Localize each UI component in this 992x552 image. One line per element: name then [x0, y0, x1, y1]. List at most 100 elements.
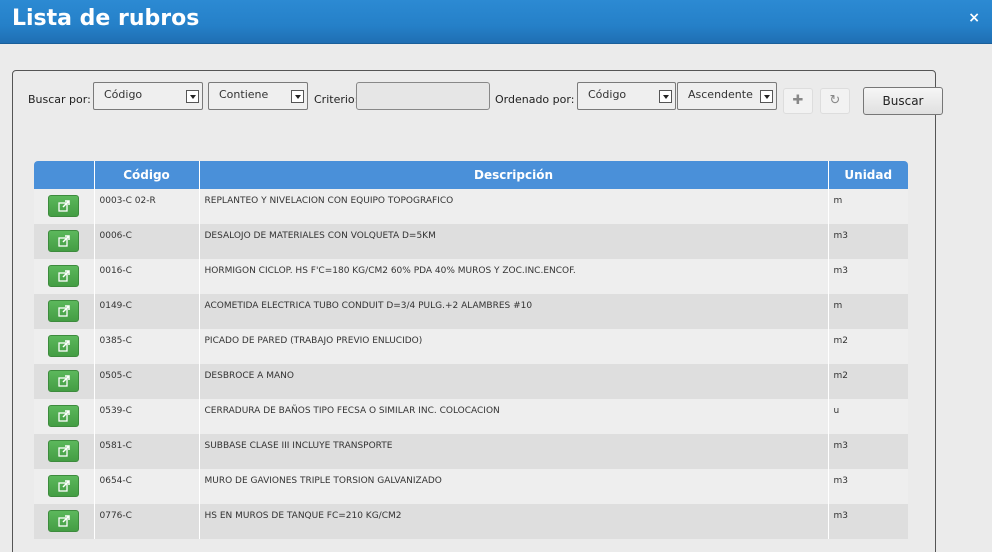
table-row: 0654-C MURO DE GAVIONES TRIPLE TORSION GA…	[34, 469, 908, 504]
descripcion-cell: MURO DE GAVIONES TRIPLE TORSION GALVANIZ…	[199, 469, 829, 504]
rubros-dialog: Lista de rubros × Buscar por: Código Con…	[0, 0, 992, 552]
codigo-cell: 0505-C	[94, 364, 200, 399]
unidad-cell: m	[828, 189, 908, 224]
row-action-cell	[34, 364, 95, 399]
codigo-cell: 0016-C	[94, 259, 200, 294]
buscar-button[interactable]: Buscar	[863, 87, 943, 115]
row-action-cell	[34, 189, 95, 224]
share-icon	[58, 480, 70, 492]
share-icon	[58, 410, 70, 422]
codigo-cell: 0006-C	[94, 224, 200, 259]
search-panel: Buscar por: Código Contiene Criterio: Or…	[12, 70, 943, 552]
order-field-value: Código	[588, 88, 627, 101]
unidad-cell: m2	[828, 364, 908, 399]
table-header-row: Código Descripción Unidad	[34, 161, 908, 189]
table-row: 0016-C HORMIGON CICLOP. HS F'C=180 KG/CM2…	[34, 259, 908, 294]
select-row-button[interactable]	[48, 265, 80, 287]
row-action-cell	[34, 294, 95, 329]
codigo-cell: 0385-C	[94, 329, 200, 364]
row-action-cell	[34, 504, 95, 539]
unidad-cell: m2	[828, 329, 908, 364]
row-action-cell	[34, 399, 95, 434]
codigo-cell: 0776-C	[94, 504, 200, 539]
table-row: 0003-C 02-R REPLANTEO Y NIVELACION CON EQ…	[34, 189, 908, 224]
search-condition-select[interactable]: Contiene	[208, 82, 308, 110]
row-action-cell	[34, 224, 95, 259]
order-field-select[interactable]: Código	[577, 82, 676, 110]
row-action-cell	[34, 259, 95, 294]
descripcion-cell: REPLANTEO Y NIVELACION CON EQUIPO TOPOGR…	[199, 189, 829, 224]
table-row: 0505-C DESBROCE A MANO m2	[34, 364, 908, 399]
codigo-cell: 0654-C	[94, 469, 200, 504]
unidad-cell: m3	[828, 469, 908, 504]
codigo-cell: 0539-C	[94, 399, 200, 434]
codigo-cell: 0149-C	[94, 294, 200, 329]
buscar-por-label: Buscar por:	[28, 93, 91, 106]
table-row: 0006-C DESALOJO DE MATERIALES CON VOLQUET…	[34, 224, 908, 259]
criterio-label: Criterio:	[314, 93, 359, 106]
descripcion-cell: DESBROCE A MANO	[199, 364, 829, 399]
criterio-input[interactable]	[356, 82, 490, 110]
chevron-down-icon	[291, 90, 304, 103]
table-row: 0776-C HS EN MUROS DE TANQUE FC=210 KG/CM…	[34, 504, 908, 539]
unidad-cell: m3	[828, 259, 908, 294]
chevron-down-icon	[760, 90, 773, 103]
order-direction-value: Ascendente	[688, 88, 753, 101]
select-row-button[interactable]	[48, 300, 80, 322]
column-header-codigo[interactable]: Código	[94, 161, 200, 189]
table-row: 0539-C CERRADURA DE BAÑOS TIPO FECSA O SI…	[34, 399, 908, 434]
close-icon[interactable]: ×	[968, 10, 980, 26]
row-action-cell	[34, 329, 95, 364]
title-bar: Lista de rubros ×	[0, 0, 992, 44]
reset-icon: ↻	[829, 93, 841, 108]
rubros-table: Código Descripción Unidad 0003-C 02-R REP…	[34, 161, 908, 539]
share-icon	[58, 515, 70, 527]
reset-button[interactable]: ↻	[820, 88, 850, 114]
share-icon	[58, 200, 70, 212]
unidad-cell: m	[828, 294, 908, 329]
select-row-button[interactable]	[48, 195, 80, 217]
dialog-title: Lista de rubros	[12, 6, 200, 31]
chevron-down-icon	[659, 90, 672, 103]
select-row-button[interactable]	[48, 475, 80, 497]
table-row: 0385-C PICADO DE PARED (TRABAJO PREVIO EN…	[34, 329, 908, 364]
share-icon	[58, 305, 70, 317]
select-row-button[interactable]	[48, 405, 80, 427]
unidad-cell: u	[828, 399, 908, 434]
select-row-button[interactable]	[48, 335, 80, 357]
column-header-unidad[interactable]: Unidad	[828, 161, 908, 189]
share-icon	[58, 270, 70, 282]
unidad-cell: m3	[828, 504, 908, 539]
select-row-button[interactable]	[48, 370, 80, 392]
share-icon	[58, 340, 70, 352]
share-icon	[58, 375, 70, 387]
chevron-down-icon	[186, 90, 199, 103]
table-row: 0149-C ACOMETIDA ELECTRICA TUBO CONDUIT D…	[34, 294, 908, 329]
column-header-action	[34, 161, 95, 189]
table-row: 0581-C SUBBASE CLASE III INCLUYE TRANSPOR…	[34, 434, 908, 469]
select-row-button[interactable]	[48, 230, 80, 252]
order-direction-select[interactable]: Ascendente	[677, 82, 777, 110]
select-row-button[interactable]	[48, 510, 80, 532]
descripcion-cell: HS EN MUROS DE TANQUE FC=210 KG/CM2	[199, 504, 829, 539]
select-row-button[interactable]	[48, 440, 80, 462]
descripcion-cell: PICADO DE PARED (TRABAJO PREVIO ENLUCIDO…	[199, 329, 829, 364]
row-action-cell	[34, 469, 95, 504]
descripcion-cell: SUBBASE CLASE III INCLUYE TRANSPORTE	[199, 434, 829, 469]
unidad-cell: m3	[828, 224, 908, 259]
ordenado-por-label: Ordenado por:	[495, 93, 575, 106]
column-header-descripcion[interactable]: Descripción	[199, 161, 829, 189]
descripcion-cell: HORMIGON CICLOP. HS F'C=180 KG/CM2 60% P…	[199, 259, 829, 294]
search-field-value: Código	[104, 88, 143, 101]
descripcion-cell: ACOMETIDA ELECTRICA TUBO CONDUIT D=3/4 P…	[199, 294, 829, 329]
descripcion-cell: CERRADURA DE BAÑOS TIPO FECSA O SIMILAR …	[199, 399, 829, 434]
codigo-cell: 0003-C 02-R	[94, 189, 200, 224]
plus-icon: ✚	[792, 93, 804, 108]
search-condition-value: Contiene	[219, 88, 269, 101]
codigo-cell: 0581-C	[94, 434, 200, 469]
search-field-select[interactable]: Código	[93, 82, 203, 110]
add-button[interactable]: ✚	[783, 88, 813, 114]
share-icon	[58, 235, 70, 247]
share-icon	[58, 445, 70, 457]
unidad-cell: m3	[828, 434, 908, 469]
